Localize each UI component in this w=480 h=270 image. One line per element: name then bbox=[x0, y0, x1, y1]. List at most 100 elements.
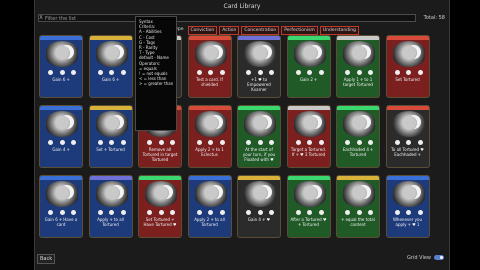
card[interactable]: Eachhaded 4 ☥ Tortured bbox=[336, 105, 380, 168]
card-library-window: Card Library Filter the list X Total: 58… bbox=[34, 0, 450, 270]
card[interactable]: Apply 2 ☥ to 1 Eclectus bbox=[187, 105, 232, 168]
card-art-moon-icon bbox=[46, 41, 78, 67]
card-stat-icon bbox=[246, 70, 251, 75]
card[interactable]: At the start of your turn, if you Floate… bbox=[237, 105, 281, 168]
card[interactable]: Gain 6 ☥ bbox=[39, 35, 83, 98]
card-rarity-band bbox=[188, 106, 231, 110]
card-stat-icon bbox=[368, 70, 373, 75]
card-text: Gain 4 ☥ bbox=[52, 147, 70, 152]
card-rarity-band bbox=[337, 176, 379, 180]
card-stat-icon bbox=[147, 140, 152, 145]
card-stat-icon bbox=[97, 210, 103, 215]
card-stat-icon bbox=[246, 140, 251, 145]
card-stat-icon bbox=[109, 210, 114, 215]
card-stat-icon bbox=[269, 70, 274, 75]
card[interactable]: Apply ☥ to all Tortured bbox=[88, 175, 133, 238]
total-count: Total: 58 bbox=[423, 15, 445, 21]
tab-perfectionism[interactable]: Perfectionism bbox=[281, 26, 318, 35]
card-stat-icon bbox=[318, 210, 324, 215]
card[interactable]: ☥ equal the total content bbox=[336, 175, 380, 238]
card-art-moon-icon bbox=[46, 181, 78, 207]
card-rarity-band bbox=[238, 106, 280, 110]
card-text: At the start of your turn, if you Floate… bbox=[242, 147, 276, 162]
card-stat-icon bbox=[356, 70, 362, 75]
crescent-moon-icon bbox=[205, 186, 219, 200]
card-text: Gain 4 ☥ ♥ bbox=[247, 217, 271, 222]
card-stat-icon bbox=[109, 70, 114, 75]
card-art-moon-icon bbox=[293, 41, 326, 67]
card-text: Gain 2 ☥ bbox=[299, 77, 318, 82]
card-rarity-band bbox=[238, 176, 280, 180]
card-text: Gain 6 ☥ Have a card bbox=[44, 217, 78, 227]
card-art-moon-icon bbox=[343, 41, 375, 67]
card-stat-icon bbox=[307, 70, 312, 75]
card-stat-icon bbox=[71, 140, 76, 145]
card-stat-icon bbox=[71, 210, 76, 215]
card[interactable]: Gain 4 ☥ bbox=[39, 105, 83, 168]
card-stat-icon bbox=[48, 140, 53, 145]
tab-conviction[interactable]: Conviction bbox=[187, 26, 218, 35]
card-stat-icon bbox=[48, 70, 53, 75]
card-rarity-band bbox=[337, 106, 379, 110]
card[interactable]: Gain 6 ☥ bbox=[88, 35, 133, 98]
crescent-moon-icon bbox=[106, 46, 120, 60]
syntax-line: > = greater than bbox=[139, 81, 174, 87]
card[interactable]: Apply 2 ☥ to all Tortured bbox=[187, 175, 232, 238]
card[interactable]: Set Tortured bbox=[385, 35, 430, 98]
clear-search-icon[interactable]: X bbox=[38, 14, 44, 22]
card[interactable]: Gain 2 ☥ bbox=[286, 35, 331, 98]
card-rarity-band bbox=[188, 36, 231, 40]
card-stat-icon bbox=[246, 210, 251, 215]
card-stat-icon bbox=[257, 70, 263, 75]
card-art-moon-icon bbox=[293, 181, 326, 207]
card-art-moon-icon bbox=[194, 111, 227, 137]
grid-view-toggle[interactable] bbox=[434, 255, 444, 260]
card-text: Whenever you apply ☥ ♥ 1 bbox=[392, 217, 423, 227]
card-stat-icon bbox=[257, 210, 263, 215]
card-stat-icon bbox=[307, 210, 312, 215]
card[interactable]: Gain 4 ☥ ♥ bbox=[237, 175, 281, 238]
card[interactable]: +1 ♥ to Empowered Kvarner bbox=[237, 35, 281, 98]
tab-understanding[interactable]: Understanding bbox=[319, 26, 359, 35]
card-stat-icon bbox=[368, 210, 373, 215]
card-stat-icon bbox=[208, 70, 213, 75]
card-stat-icon bbox=[318, 140, 324, 145]
card-text: Set Tortured ☥ Have Tortured ♥ bbox=[143, 217, 177, 227]
card-stat-icon bbox=[219, 140, 225, 145]
card[interactable]: Set Tortured ☥ Have Tortured ♥ bbox=[138, 175, 182, 238]
card-stat-icon bbox=[158, 140, 164, 145]
card[interactable]: Set ☥ Tortured bbox=[88, 105, 133, 168]
card[interactable]: Whenever you apply ☥ ♥ 1 bbox=[385, 175, 430, 238]
tab-concentration[interactable]: Concentration bbox=[241, 26, 280, 35]
search-input[interactable]: Filter the list bbox=[38, 14, 416, 22]
card-text: Target a Tortured. If ☥ ♥ 3 Tortured bbox=[290, 147, 327, 157]
card[interactable]: Apply 1 ☥ to 1 target Tortured bbox=[336, 35, 380, 98]
card[interactable]: After a Tortured ♥ ☥ Tortured bbox=[286, 175, 331, 238]
card-stat-icon bbox=[59, 210, 65, 215]
card-rarity-band bbox=[89, 36, 132, 40]
card-art-moon-icon bbox=[95, 181, 128, 207]
card-stat-icon bbox=[394, 210, 400, 215]
card-stat-icon bbox=[196, 140, 202, 145]
card[interactable]: Target a Tortured. If ☥ ♥ 3 Tortured bbox=[286, 105, 331, 168]
card-art-moon-icon bbox=[392, 111, 425, 137]
card-art-moon-icon bbox=[244, 181, 276, 207]
card-stat-icon bbox=[120, 210, 126, 215]
card-rarity-band bbox=[386, 36, 429, 40]
card-rarity-band bbox=[287, 106, 330, 110]
crescent-moon-icon bbox=[205, 116, 219, 130]
card-stat-icon bbox=[417, 210, 423, 215]
back-button[interactable]: Back bbox=[37, 254, 56, 264]
card-text: +1 ♥ to Empowered Kvarner bbox=[247, 77, 271, 92]
card-stat-icon bbox=[356, 140, 362, 145]
card-stat-icon bbox=[170, 140, 175, 145]
card[interactable]: Test a card. If shielded bbox=[187, 35, 232, 98]
card[interactable]: Gain 6 ☥ Have a card bbox=[39, 175, 83, 238]
card-stat-icon bbox=[269, 210, 274, 215]
card-stat-icon bbox=[196, 70, 202, 75]
card-stat-icon bbox=[158, 210, 164, 215]
card-text: Apply 2 ☥ to all Tortured bbox=[194, 217, 225, 227]
tab-action[interactable]: Action bbox=[219, 26, 240, 35]
card-stat-icon bbox=[219, 210, 225, 215]
card[interactable]: To all Tortured ♥ Eachhaded ☥ bbox=[385, 105, 430, 168]
